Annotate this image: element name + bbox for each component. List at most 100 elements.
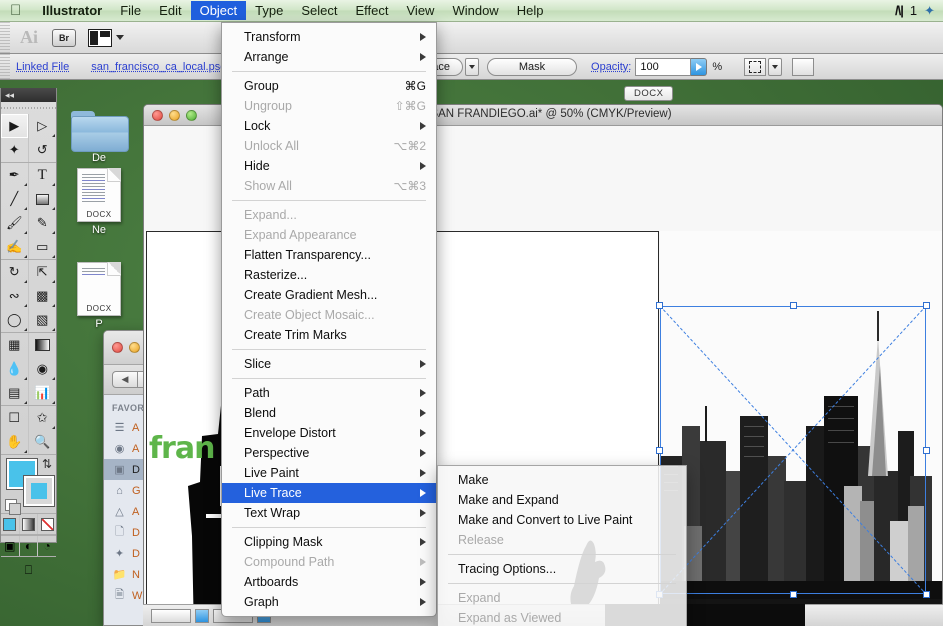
gradient-tool[interactable]: [29, 333, 57, 357]
hand-tool[interactable]: ✋: [1, 430, 29, 454]
menu-item-create-trim-marks[interactable]: Create Trim Marks: [222, 325, 436, 345]
menu-edit[interactable]: Edit: [150, 1, 190, 20]
perspective-grid-tool[interactable]: ▧: [29, 308, 57, 332]
menu-item-graph[interactable]: Graph: [222, 592, 436, 612]
chevron-down-icon[interactable]: [116, 35, 124, 40]
menu-item-live-paint[interactable]: Live Paint: [222, 463, 436, 483]
menu-type[interactable]: Type: [246, 1, 292, 20]
resize-handle-nw[interactable]: [656, 302, 663, 309]
menu-item-transform[interactable]: Transform: [222, 27, 436, 47]
lasso-tool[interactable]: ↺: [29, 138, 57, 162]
menu-item-text-wrap[interactable]: Text Wrap: [222, 503, 436, 523]
desktop-icon-folder[interactable]: De: [62, 108, 136, 164]
scale-tool[interactable]: ⇱: [29, 260, 57, 284]
menu-file[interactable]: File: [111, 1, 150, 20]
submenu-item-make[interactable]: Make: [438, 470, 686, 490]
eyedropper-tool[interactable]: 💧: [1, 357, 29, 381]
zoom-level-field[interactable]: [151, 609, 191, 623]
select-similar-dropdown[interactable]: [768, 58, 782, 76]
menu-item-path[interactable]: Path: [222, 383, 436, 403]
direct-selection-tool[interactable]: ▷: [29, 114, 57, 138]
menu-item-artboards[interactable]: Artboards: [222, 572, 436, 592]
illustrator-status-icon[interactable]: /\|: [895, 3, 903, 18]
menu-item-envelope-distort[interactable]: Envelope Distort: [222, 423, 436, 443]
draw-normal-icon[interactable]: ▣: [1, 536, 20, 556]
submenu-item-make-and-expand[interactable]: Make and Expand: [438, 490, 686, 510]
dropbox-icon[interactable]: ✦: [924, 3, 935, 19]
menu-object[interactable]: Object: [191, 1, 247, 20]
rotate-tool[interactable]: ↻: [1, 260, 29, 284]
blob-brush-tool[interactable]: ✍: [1, 235, 29, 259]
stroke-swatch[interactable]: [24, 476, 54, 506]
resize-handle-ne[interactable]: [923, 302, 930, 309]
collapse-panel-icon[interactable]: ◂◂: [1, 88, 56, 102]
opacity-label[interactable]: Opacity:: [591, 61, 631, 73]
zoom-stepper[interactable]: [195, 609, 209, 623]
menu-item-flatten-transparency[interactable]: Flatten Transparency...: [222, 245, 436, 265]
artboard-tool[interactable]: ☐: [1, 406, 29, 430]
menu-item-rasterize[interactable]: Rasterize...: [222, 265, 436, 285]
live-trace-submenu[interactable]: Make Make and Expand Make and Convert to…: [437, 465, 687, 626]
shape-builder-tool[interactable]: ◯: [1, 308, 29, 332]
fill-stroke-controls[interactable]: ⇅: [1, 455, 56, 513]
type-tool[interactable]: T: [29, 163, 57, 187]
draw-inside-icon[interactable]: ◔: [38, 536, 56, 556]
tools-panel[interactable]: ◂◂ ▶ ▷ ✦ ↺ ✒ T ╱ 🖌 ✎ ✍ ▭ ↻ ⇱ ∾ ▩ ◯ ▧ ▦ 💧…: [0, 88, 57, 543]
bridge-button[interactable]: Br: [52, 29, 76, 47]
menu-item-hide[interactable]: Hide: [222, 156, 436, 176]
panel-grip[interactable]: [1, 102, 56, 114]
desktop-icon-docx-2[interactable]: DOCX P: [62, 262, 136, 330]
submenu-item-make-and-convert-to-live-paint[interactable]: Make and Convert to Live Paint: [438, 510, 686, 530]
desktop-icon-docx-1[interactable]: DOCX Ne: [62, 168, 136, 236]
menu-item-group[interactable]: Group ⌘G: [222, 76, 436, 96]
line-segment-tool[interactable]: ╱: [1, 187, 29, 211]
align-panel-icon[interactable]: [792, 58, 814, 76]
menu-item-slice[interactable]: Slice: [222, 354, 436, 374]
menu-item-arrange[interactable]: Arrange: [222, 47, 436, 67]
menu-item-live-trace[interactable]: Live Trace: [222, 483, 436, 503]
menu-item-clipping-mask[interactable]: Clipping Mask: [222, 532, 436, 552]
appbar-grip[interactable]: [0, 22, 10, 54]
arrange-documents-icon[interactable]: [88, 29, 112, 47]
select-similar-objects-icon[interactable]: [744, 58, 766, 76]
swap-fill-stroke-icon[interactable]: ⇅: [42, 457, 52, 471]
menu-window[interactable]: Window: [443, 1, 507, 20]
mask-button[interactable]: Mask: [487, 58, 577, 76]
pen-tool[interactable]: ✒: [1, 163, 29, 187]
color-swatch-button[interactable]: [1, 514, 20, 534]
linked-file-label[interactable]: Linked File: [16, 61, 69, 73]
resize-handle-e[interactable]: [923, 447, 930, 454]
apple-logo-icon[interactable]: : [0, 3, 33, 18]
resize-handle-w[interactable]: [656, 447, 663, 454]
linked-file-name[interactable]: san_francisco_ca_local.psd: [91, 61, 226, 73]
rectangle-tool[interactable]: [29, 187, 57, 211]
slice-tool[interactable]: ✩: [29, 406, 57, 430]
selection-bounding-box[interactable]: [660, 306, 926, 594]
mesh-tool[interactable]: ▦: [1, 333, 29, 357]
live-trace-preset-dropdown[interactable]: [465, 58, 479, 76]
menu-select[interactable]: Select: [292, 1, 346, 20]
menu-app-name[interactable]: Illustrator: [33, 1, 111, 20]
opacity-input[interactable]: 100: [635, 58, 691, 76]
resize-handle-n[interactable]: [790, 302, 797, 309]
paintbrush-tool[interactable]: 🖌: [1, 211, 29, 235]
opacity-stepper[interactable]: [691, 58, 707, 76]
pencil-tool[interactable]: ✎: [29, 211, 57, 235]
controlbar-grip[interactable]: [0, 54, 10, 80]
close-icon[interactable]: [112, 342, 123, 353]
change-screen-mode-icon[interactable]: ⎕: [1, 557, 56, 583]
magic-wand-tool[interactable]: ✦: [1, 138, 29, 162]
draw-behind-icon[interactable]: ◐: [20, 536, 39, 556]
blend-tool[interactable]: ◉: [29, 357, 57, 381]
menu-item-lock[interactable]: Lock: [222, 116, 436, 136]
minimize-icon[interactable]: [129, 342, 140, 353]
resize-handle-s[interactable]: [790, 591, 797, 598]
eraser-tool[interactable]: ▭: [29, 235, 57, 259]
menu-item-perspective[interactable]: Perspective: [222, 443, 436, 463]
default-fill-stroke-icon[interactable]: [5, 499, 17, 511]
symbol-sprayer-tool[interactable]: ▤: [1, 381, 29, 405]
column-graph-tool[interactable]: 📊: [29, 381, 57, 405]
back-arrow-icon[interactable]: ◀: [112, 371, 138, 388]
width-tool[interactable]: ∾: [1, 284, 29, 308]
free-transform-tool[interactable]: ▩: [29, 284, 57, 308]
